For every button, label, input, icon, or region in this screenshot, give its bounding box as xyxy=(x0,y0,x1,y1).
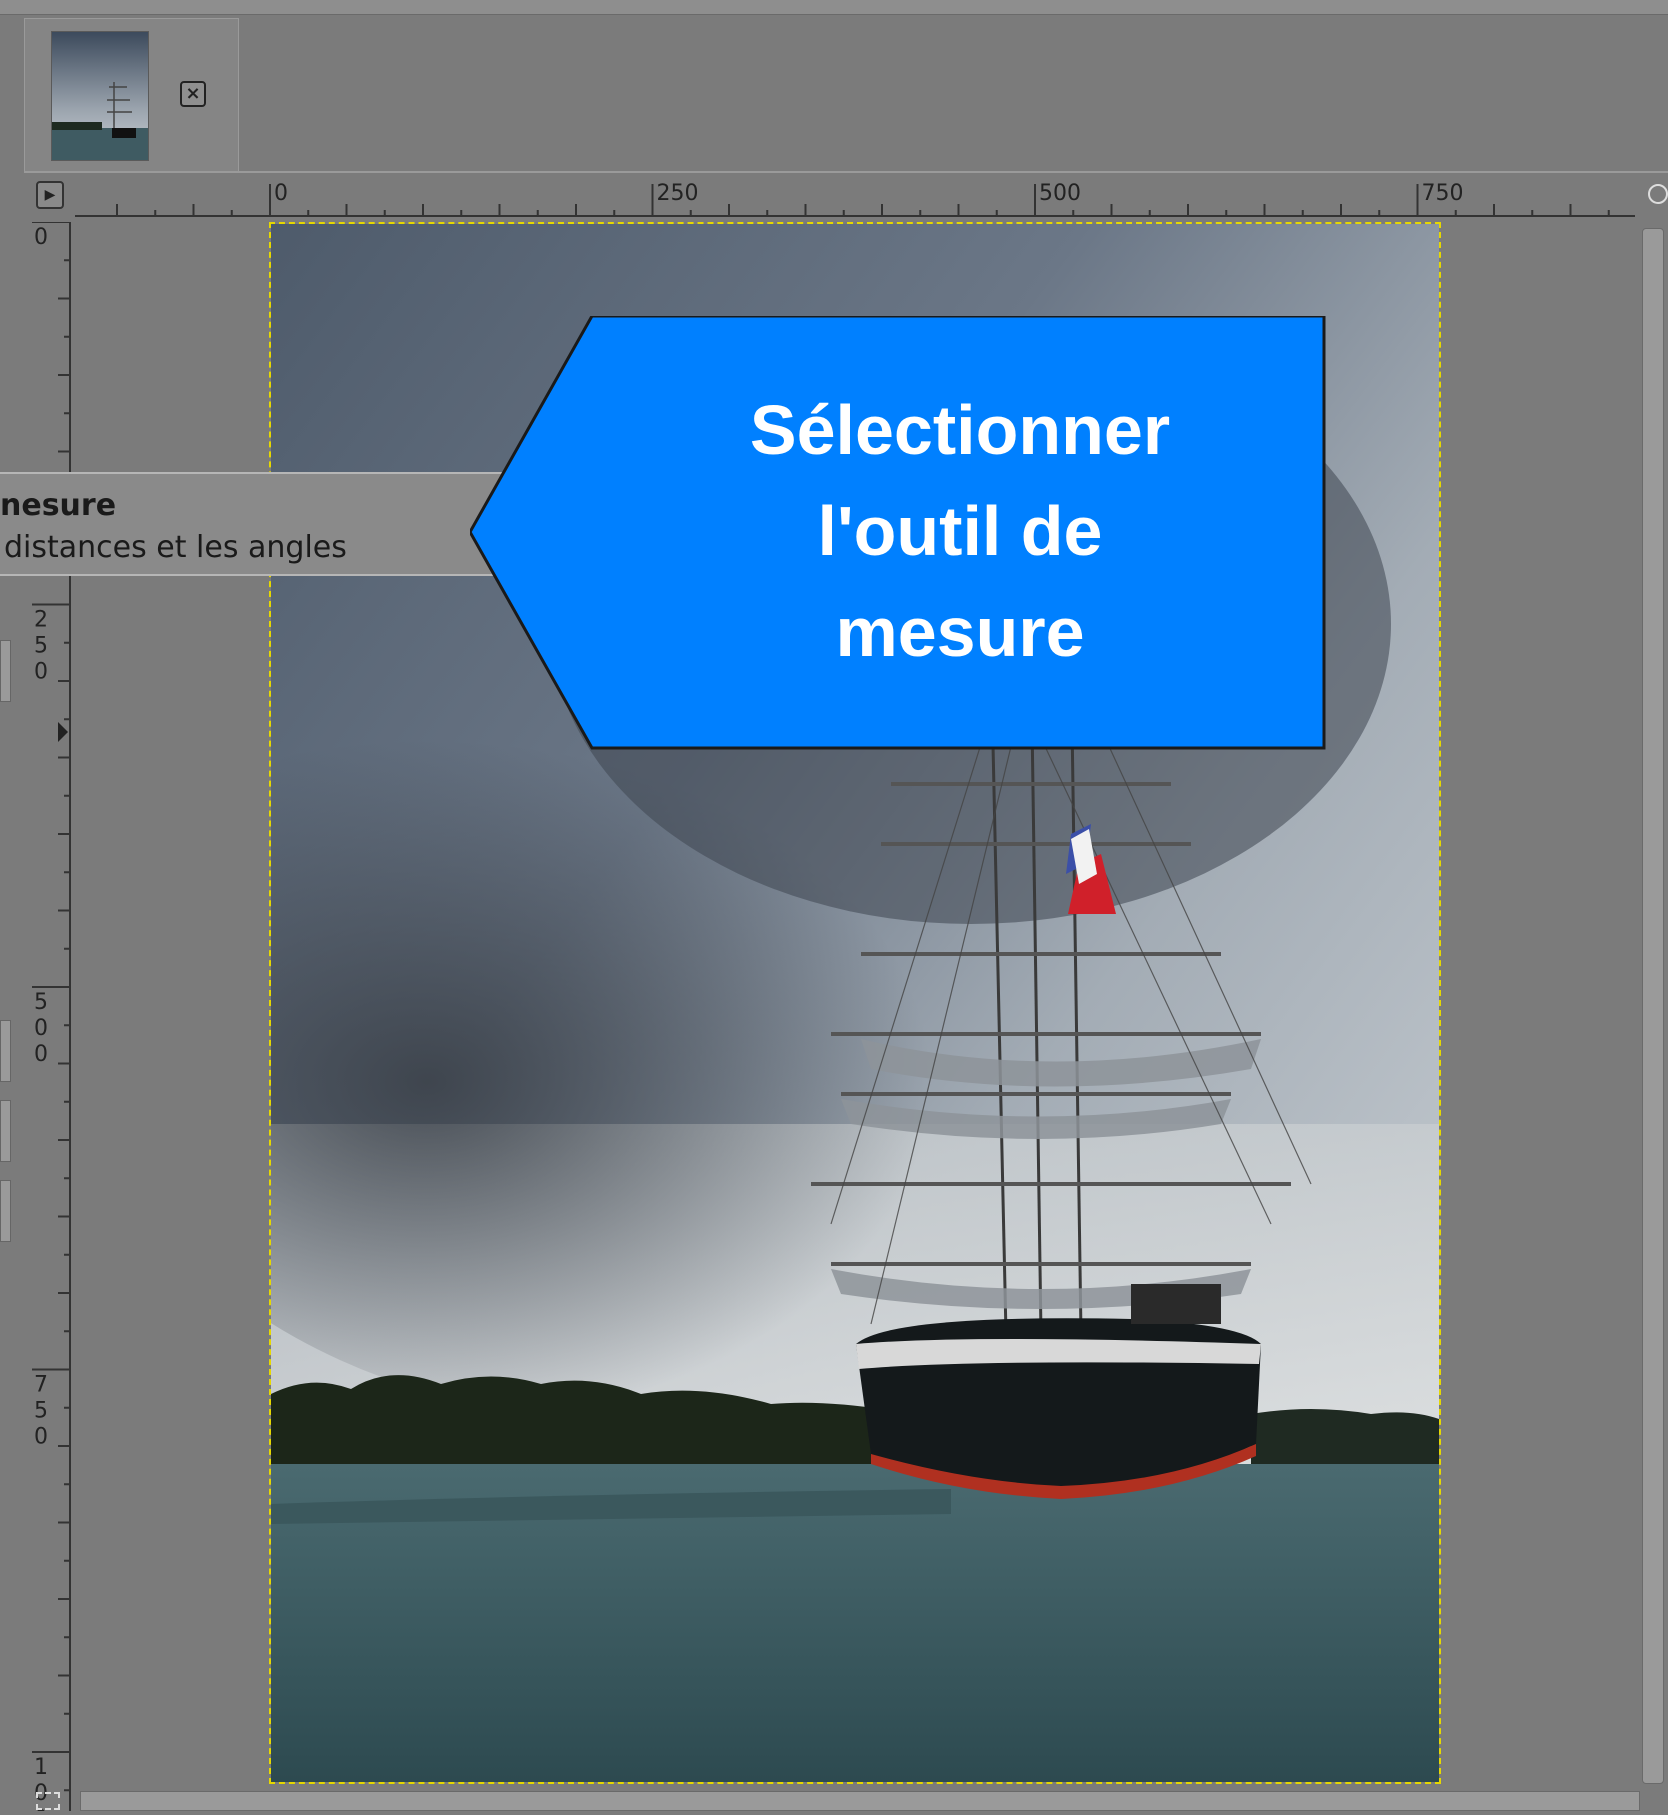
ruler-label-digit: 0 xyxy=(34,1042,48,1067)
ruler-label: 0 xyxy=(274,181,288,206)
tooltip-description: distances et les angles xyxy=(4,530,347,565)
ruler-label-digit: 7 xyxy=(34,1373,48,1398)
navigate-icon[interactable]: ▶ xyxy=(36,181,64,209)
quick-mask-icon[interactable] xyxy=(36,1792,60,1810)
ruler-label-digit: 5 xyxy=(34,990,48,1015)
vertical-scrollbar[interactable] xyxy=(1642,228,1664,1784)
toolbox-edge xyxy=(0,640,14,1290)
ruler-label: 250 xyxy=(657,181,699,206)
callout-text: Sélectionner l'outil de mesure xyxy=(650,380,1270,683)
ruler-label-digit: 1 xyxy=(34,1755,48,1780)
image-tab-bar xyxy=(0,15,1668,170)
ruler-label-digit: 0 xyxy=(34,660,48,685)
callout-line-2: l'outil de xyxy=(817,492,1103,570)
ruler-label-digit: 0 xyxy=(34,225,48,250)
horizontal-ruler[interactable]: 0 250 500 750 xyxy=(75,174,1635,218)
ruler-label-digit: 0 xyxy=(34,1425,48,1450)
horizontal-scrollbar[interactable] xyxy=(80,1791,1640,1811)
image-thumbnail[interactable] xyxy=(51,31,149,161)
callout-line-1: Sélectionner xyxy=(749,391,1171,469)
ruler-label-digit: 5 xyxy=(34,1399,48,1424)
window-top-strip xyxy=(0,0,1668,15)
image-tab[interactable]: × xyxy=(24,18,239,172)
tool-tooltip: nesure distances et les angles xyxy=(0,472,520,576)
ruler-label-digit: 2 xyxy=(34,608,48,633)
tooltip-title: nesure xyxy=(0,488,117,523)
ruler-label-digit: 0 xyxy=(34,1016,48,1041)
ruler-label-digit: 5 xyxy=(34,634,48,659)
ruler-label: 500 xyxy=(1039,181,1081,206)
callout-line-3: mesure xyxy=(835,593,1085,671)
tab-divider xyxy=(24,171,1668,173)
close-icon[interactable]: × xyxy=(180,81,206,107)
ruler-label: 750 xyxy=(1422,181,1464,206)
vertical-ruler[interactable]: 02505007501000 xyxy=(28,221,72,1815)
zoom-icon[interactable] xyxy=(1648,184,1668,204)
